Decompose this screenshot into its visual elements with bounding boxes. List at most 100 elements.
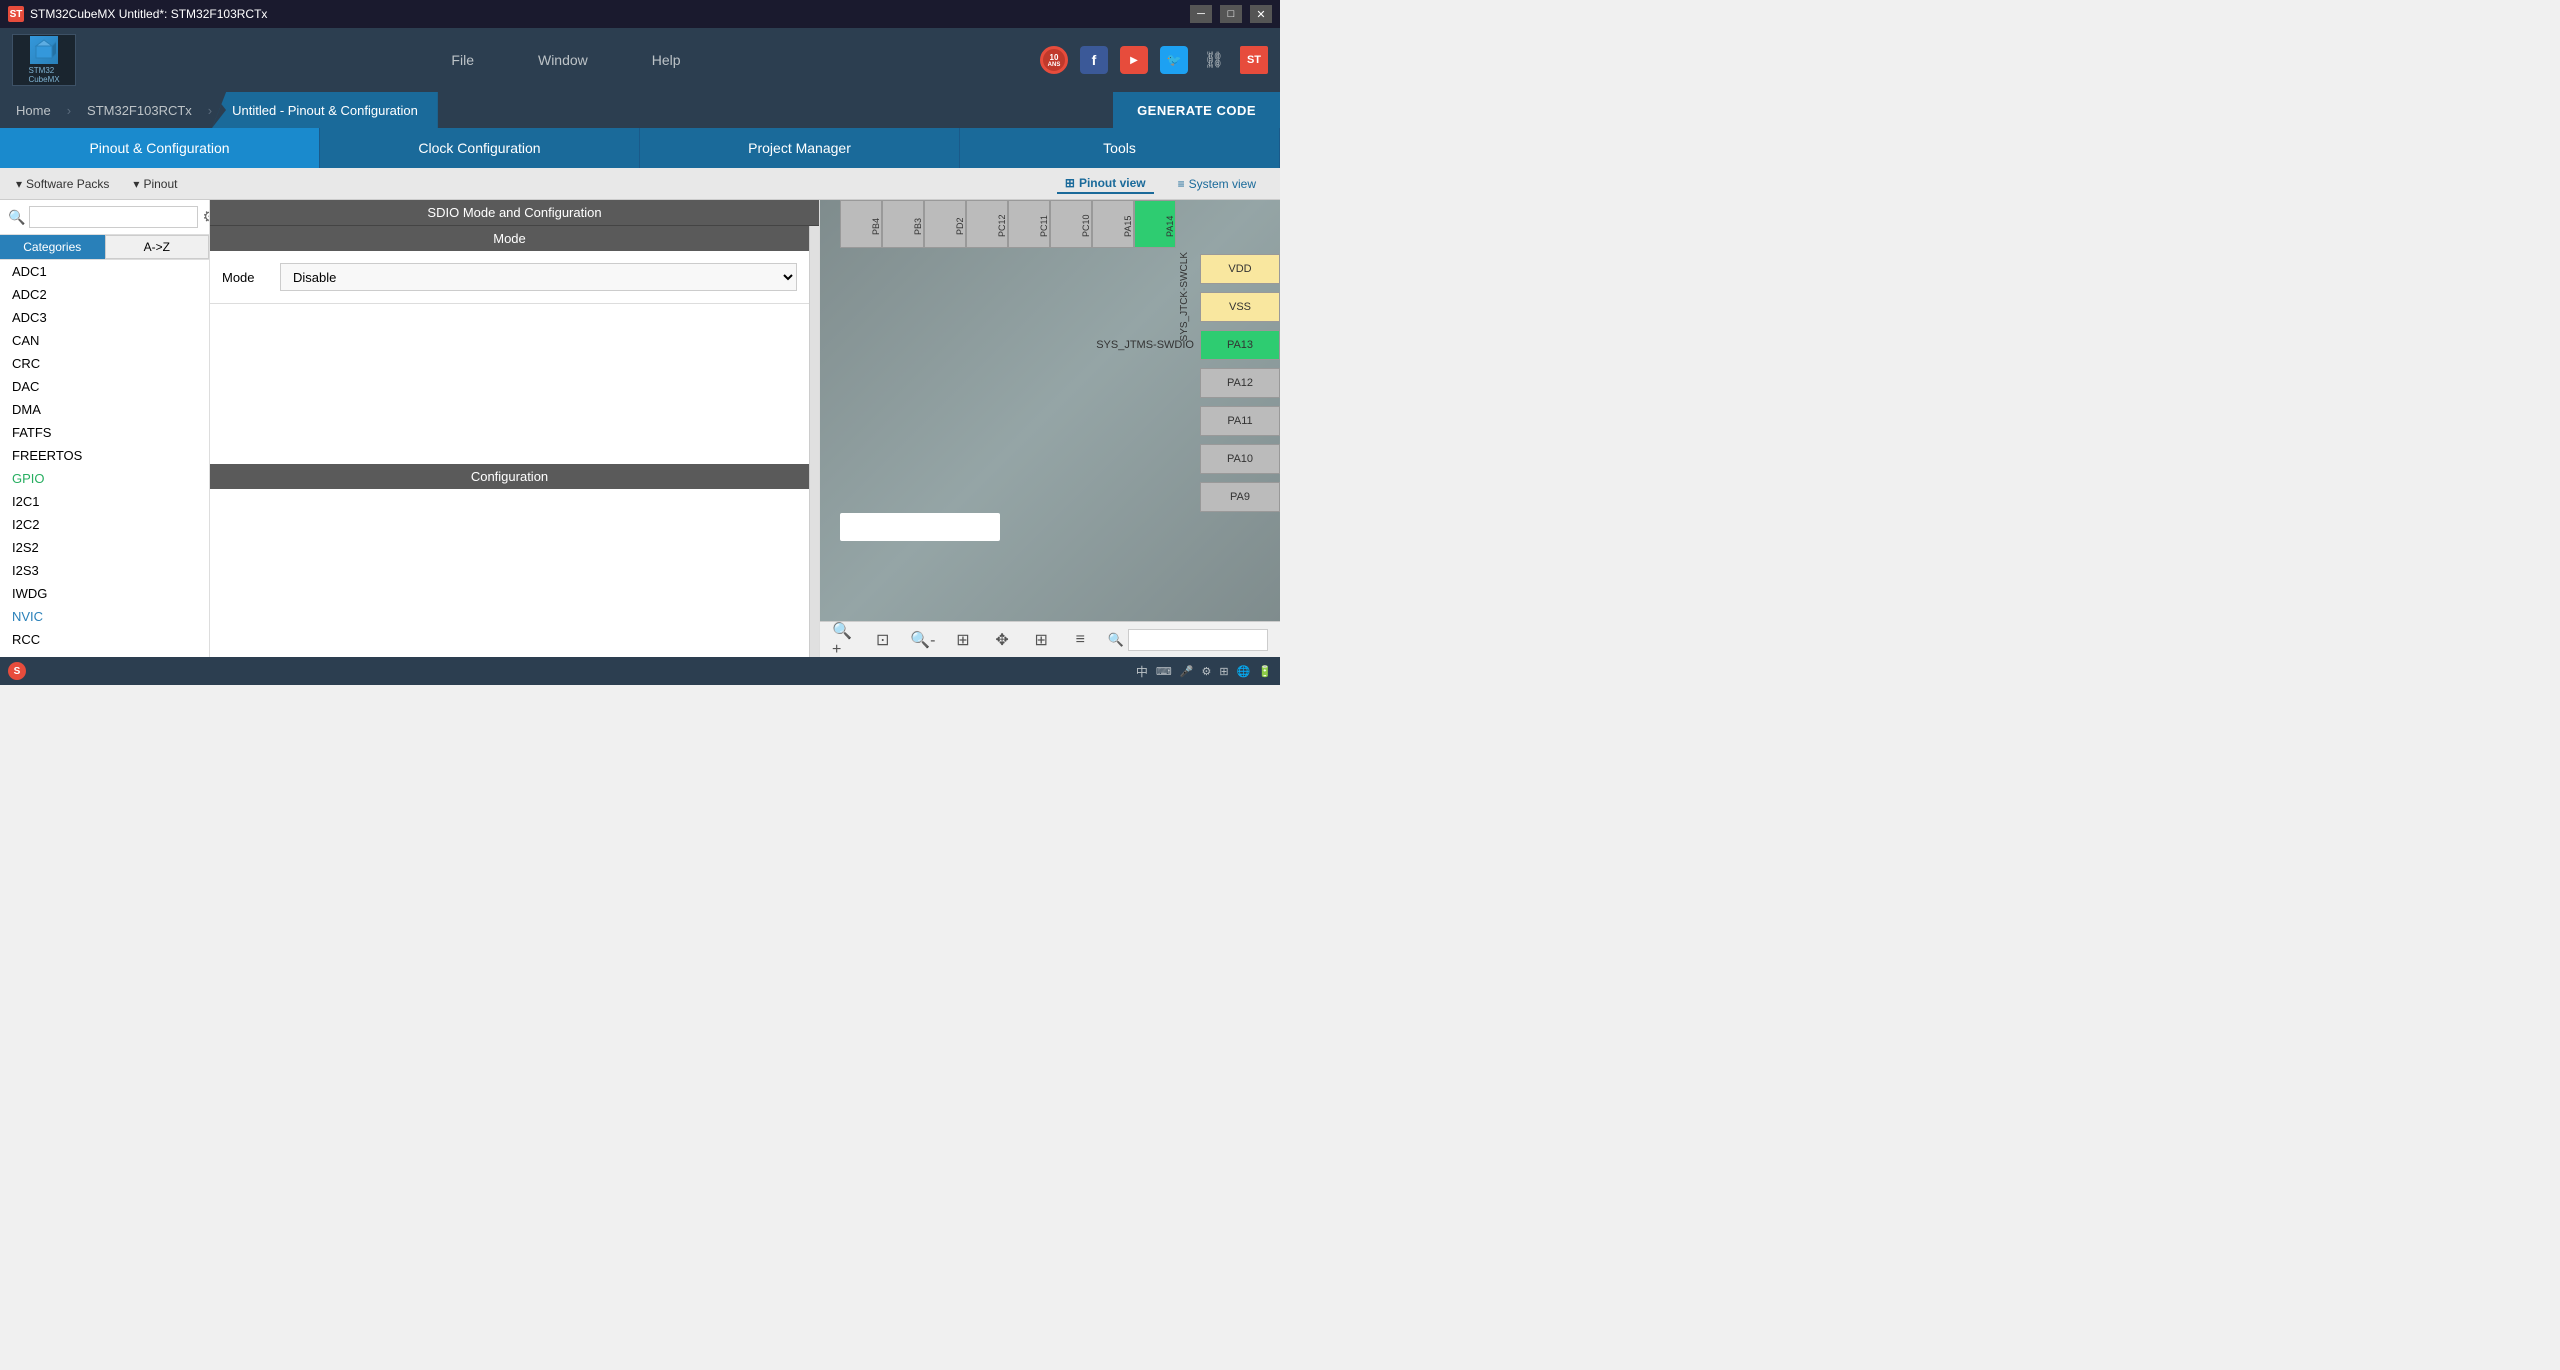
mode-select[interactable]: Disable SD 4 bits Wide bus SD 1 bit Wide… bbox=[280, 263, 797, 291]
list-item-dac[interactable]: DAC bbox=[0, 375, 209, 398]
pin-pc10[interactable]: PC10 bbox=[1050, 200, 1092, 248]
pinout-view-label: Pinout view bbox=[1079, 176, 1146, 190]
system-view-button[interactable]: ≡ System view bbox=[1170, 174, 1264, 194]
menu-window[interactable]: Window bbox=[530, 48, 596, 72]
pin-box-pa9[interactable]: PA9 bbox=[1200, 482, 1280, 512]
list-item-crc[interactable]: CRC bbox=[0, 352, 209, 375]
pin-pd2[interactable]: PD2 bbox=[924, 200, 966, 248]
window-title: STM32CubeMX Untitled*: STM32F103RCTx bbox=[30, 7, 1190, 21]
chip-search-input[interactable] bbox=[1128, 629, 1268, 651]
menu-help[interactable]: Help bbox=[644, 48, 689, 72]
pin-item-pa11[interactable]: PA11 bbox=[1060, 402, 1280, 440]
youtube-icon[interactable]: ▶ bbox=[1120, 46, 1148, 74]
list-item-i2c2[interactable]: I2C2 bbox=[0, 513, 209, 536]
center-panel: SDIO Mode and Configuration Mode Mode Di… bbox=[210, 200, 820, 657]
generate-code-button[interactable]: GENERATE CODE bbox=[1113, 92, 1280, 128]
tab-project-manager[interactable]: Project Manager bbox=[640, 128, 960, 168]
pin-box-vdd[interactable]: VDD bbox=[1200, 254, 1280, 284]
status-settings: ⚙ bbox=[1202, 665, 1212, 678]
software-packs-menu[interactable]: ▾ Software Packs bbox=[16, 177, 109, 191]
sidebar-settings-icon[interactable]: ⚙ bbox=[202, 207, 210, 227]
mode-panel-wrapper: Mode Mode Disable SD 4 bits Wide bus SD … bbox=[210, 226, 819, 657]
pin-item-pa13[interactable]: SYS_JTMS-SWDIO PA13 bbox=[1060, 326, 1280, 364]
main-content: 🔍 ⚙ Categories A->Z ADC1 ADC2 ADC3 CAN C… bbox=[0, 200, 1280, 657]
frame-button[interactable]: ⊡ bbox=[871, 626, 894, 654]
list-item-dma[interactable]: DMA bbox=[0, 398, 209, 421]
pin-item-vss[interactable]: VSS bbox=[1060, 288, 1280, 326]
mode-row: Mode Disable SD 4 bits Wide bus SD 1 bit… bbox=[222, 263, 797, 291]
titlebar: ST STM32CubeMX Untitled*: STM32F103RCTx … bbox=[0, 0, 1280, 28]
list-item-adc2[interactable]: ADC2 bbox=[0, 283, 209, 306]
list-item-freertos[interactable]: FREERTOS bbox=[0, 444, 209, 467]
fit-button[interactable]: ⊞ bbox=[951, 626, 974, 654]
list-item-i2c1[interactable]: I2C1 bbox=[0, 490, 209, 513]
menu-file[interactable]: File bbox=[443, 48, 482, 72]
minimize-button[interactable]: ─ bbox=[1190, 5, 1212, 23]
grid-button[interactable]: ⊞ bbox=[1030, 626, 1053, 654]
list-item-i2s2[interactable]: I2S2 bbox=[0, 536, 209, 559]
logo-text: STM32CubeMX bbox=[28, 66, 59, 84]
center-scrollbar[interactable] bbox=[809, 226, 819, 657]
breadcrumb-home[interactable]: Home bbox=[0, 92, 67, 128]
pin-box-pa11[interactable]: PA11 bbox=[1200, 406, 1280, 436]
pin-pa15[interactable]: PA15 bbox=[1092, 200, 1134, 248]
zoom-out-button[interactable]: 🔍- bbox=[910, 626, 935, 654]
tab-categories[interactable]: Categories bbox=[0, 235, 105, 259]
pin-item-vdd[interactable]: VDD bbox=[1060, 250, 1280, 288]
pinout-menu[interactable]: ▾ Pinout bbox=[133, 177, 177, 191]
list-item-label: GPIO bbox=[12, 471, 45, 486]
pinout-view-button[interactable]: ⊞ Pinout view bbox=[1057, 174, 1154, 194]
list-item-label: CAN bbox=[12, 333, 39, 348]
mode-empty-area bbox=[210, 304, 809, 464]
tab-tools[interactable]: Tools bbox=[960, 128, 1280, 168]
status-network: 🌐 bbox=[1237, 665, 1251, 678]
list-item-nvic[interactable]: NVIC bbox=[0, 605, 209, 628]
breadcrumb-chip[interactable]: STM32F103RCTx bbox=[71, 92, 208, 128]
list-item-gpio[interactable]: GPIO bbox=[0, 467, 209, 490]
list-item-iwdg[interactable]: IWDG bbox=[0, 582, 209, 605]
list-item-rtc[interactable]: RTC bbox=[0, 651, 209, 657]
list-item-label: ADC2 bbox=[12, 287, 47, 302]
pin-item-pa10[interactable]: PA10 bbox=[1060, 440, 1280, 478]
list-button[interactable]: ≡ bbox=[1069, 626, 1092, 654]
list-item-adc3[interactable]: ADC3 bbox=[0, 306, 209, 329]
pin-pc12[interactable]: PC12 bbox=[966, 200, 1008, 248]
pin-item-pa12[interactable]: PA12 bbox=[1060, 364, 1280, 402]
tab-az[interactable]: A->Z bbox=[105, 235, 210, 259]
twitter-icon[interactable]: 🐦 bbox=[1160, 46, 1188, 74]
status-battery: 🔋 bbox=[1258, 665, 1272, 678]
pin-pa14[interactable]: PA14 bbox=[1134, 200, 1176, 248]
tab-clock-configuration[interactable]: Clock Configuration bbox=[320, 128, 640, 168]
list-item-rcc[interactable]: RCC bbox=[0, 628, 209, 651]
pin-box-pa12[interactable]: PA12 bbox=[1200, 368, 1280, 398]
list-item-label: NVIC bbox=[12, 609, 43, 624]
sidebar-search-icon: 🔍 bbox=[8, 209, 25, 226]
maximize-button[interactable]: □ bbox=[1220, 5, 1242, 23]
navbar-icons: 10 ANS f ▶ 🐦 ⛓ ST bbox=[1040, 46, 1268, 74]
pin-box-vss[interactable]: VSS bbox=[1200, 292, 1280, 322]
tab-pinout-configuration[interactable]: Pinout & Configuration bbox=[0, 128, 320, 168]
list-item-fatfs[interactable]: FATFS bbox=[0, 421, 209, 444]
pin-pb3[interactable]: PB3 bbox=[882, 200, 924, 248]
facebook-icon[interactable]: f bbox=[1080, 46, 1108, 74]
config-section-header: Configuration bbox=[210, 464, 809, 489]
view-toggle: ⊞ Pinout view ≡ System view bbox=[1057, 174, 1264, 194]
pin-pc11[interactable]: PC11 bbox=[1008, 200, 1050, 248]
pin-box-pa13[interactable]: PA13 bbox=[1200, 330, 1280, 360]
sidebar-search-input[interactable] bbox=[29, 206, 198, 228]
list-item-adc1[interactable]: ADC1 bbox=[0, 260, 209, 283]
list-item-i2s3[interactable]: I2S3 bbox=[0, 559, 209, 582]
chip-panel: PB4 PB3 PD2 PC12 PC11 PC10 PA15 PA14 SYS… bbox=[820, 200, 1280, 657]
pin-box-pa10[interactable]: PA10 bbox=[1200, 444, 1280, 474]
list-item-label: RCC bbox=[12, 632, 40, 647]
mode-section-header: Mode bbox=[210, 226, 809, 251]
move-button[interactable]: ✥ bbox=[991, 626, 1014, 654]
zoom-in-button[interactable]: 🔍+ bbox=[832, 626, 855, 654]
close-button[interactable]: ✕ bbox=[1250, 5, 1272, 23]
list-item-label: I2S2 bbox=[12, 540, 39, 555]
pin-pb4[interactable]: PB4 bbox=[840, 200, 882, 248]
community-icon[interactable]: ⛓ bbox=[1200, 46, 1228, 74]
pin-item-pa9[interactable]: PA9 bbox=[1060, 478, 1280, 516]
list-item-can[interactable]: CAN bbox=[0, 329, 209, 352]
list-item-label: FREERTOS bbox=[12, 448, 82, 463]
